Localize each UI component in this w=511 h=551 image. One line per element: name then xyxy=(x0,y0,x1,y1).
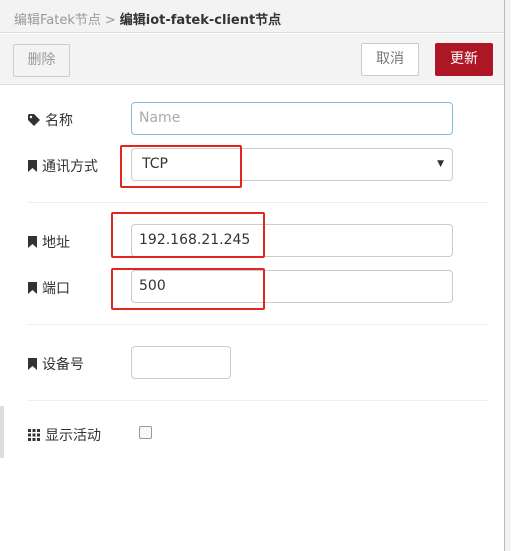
comm-mode-label-text: 通讯方式 xyxy=(42,159,98,175)
breadcrumb-separator: > xyxy=(104,13,116,28)
section-divider xyxy=(28,400,488,401)
tag-icon xyxy=(28,114,40,126)
resize-grip[interactable] xyxy=(0,406,4,458)
highlight-box-port xyxy=(111,268,265,310)
name-label: 名称 xyxy=(28,110,73,130)
device-no-input[interactable] xyxy=(131,346,231,379)
address-label-text: 地址 xyxy=(42,235,70,251)
name-placeholder: Name xyxy=(139,110,181,126)
name-input[interactable]: Name xyxy=(131,102,453,135)
delete-button[interactable]: 删除 xyxy=(13,44,70,77)
tray-toolbar: 删除 取消 更新 xyxy=(0,34,504,85)
port-label: 端口 xyxy=(28,278,70,298)
breadcrumb-parent[interactable]: 编辑Fatek节点 xyxy=(14,13,101,28)
grid-icon xyxy=(28,429,40,441)
bookmark-icon xyxy=(28,160,37,172)
comm-mode-label: 通讯方式 xyxy=(28,156,98,176)
name-label-text: 名称 xyxy=(45,113,73,129)
tray-header: 编辑Fatek节点 > 编辑iot-fatek-client节点 xyxy=(0,0,504,33)
section-divider xyxy=(28,324,488,325)
highlight-box-comm-mode xyxy=(120,145,242,188)
section-divider xyxy=(28,202,488,203)
tray-edge xyxy=(504,0,511,551)
chevron-down-icon: ▼ xyxy=(437,159,444,169)
address-label: 地址 xyxy=(28,232,70,252)
breadcrumb: 编辑Fatek节点 > 编辑iot-fatek-client节点 xyxy=(14,9,281,28)
show-activity-label-text: 显示活动 xyxy=(45,428,101,444)
update-button[interactable]: 更新 xyxy=(435,43,493,76)
edit-node-tray: 编辑Fatek节点 > 编辑iot-fatek-client节点 删除 取消 更新 … xyxy=(0,0,504,551)
bookmark-icon xyxy=(28,358,37,370)
cancel-button[interactable]: 取消 xyxy=(361,43,419,76)
device-no-label: 设备号 xyxy=(28,354,84,374)
highlight-box-address xyxy=(111,212,265,258)
device-no-label-text: 设备号 xyxy=(42,357,84,373)
bookmark-icon xyxy=(28,236,37,248)
show-activity-label: 显示活动 xyxy=(28,425,101,445)
bookmark-icon xyxy=(28,282,37,294)
port-label-text: 端口 xyxy=(42,281,70,297)
show-activity-checkbox[interactable] xyxy=(139,426,152,439)
breadcrumb-current: 编辑iot-fatek-client节点 xyxy=(119,13,282,28)
